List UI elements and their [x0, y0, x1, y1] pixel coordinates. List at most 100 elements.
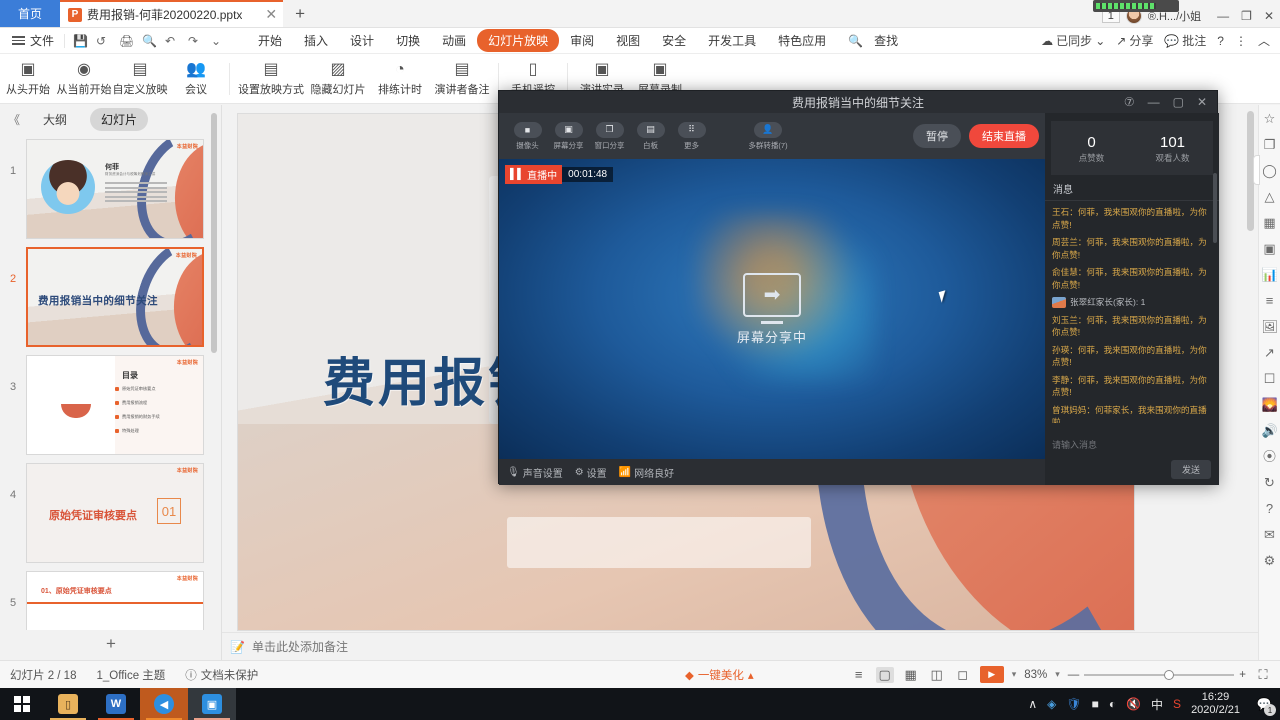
more-options-icon[interactable]: ⋮ [1235, 34, 1247, 48]
export-icon[interactable]: ↗ [1262, 345, 1278, 361]
slide-list[interactable]: 1 本益财院 何菲 财务资深会计与税筹划教师主讲 2 本益财院 费用报销当中的细… [0, 135, 222, 630]
ribbon-tab-insert[interactable]: 插入 [293, 29, 339, 52]
ribbon-tab-security[interactable]: 安全 [651, 29, 697, 52]
taskbar-app-live[interactable]: ◀ [140, 688, 188, 720]
live-tool-camera[interactable]: ■ 摄像头 [507, 121, 548, 151]
reading-view-icon[interactable]: ◫ [928, 667, 946, 683]
fit-to-window-icon[interactable]: ⛶ [1254, 667, 1272, 683]
menu-icon[interactable] [12, 36, 25, 45]
cloud-save-icon[interactable]: ↺ [96, 34, 110, 48]
start-icon[interactable] [0, 688, 44, 720]
settings-button[interactable]: ⚙ 设置 [575, 465, 607, 480]
tool-presenter-notes[interactable]: ▤ 演讲者备注 [431, 55, 493, 103]
redo-icon[interactable]: ↷ [188, 34, 202, 48]
stage-vertical-scrollbar[interactable] [1247, 105, 1254, 630]
slide-sorter-icon[interactable]: ▦ [902, 667, 920, 683]
print-icon[interactable]: 🖨 [119, 34, 134, 48]
customize-qat-icon[interactable]: ⌄ [211, 34, 225, 48]
zoom-slider[interactable]: — + [1068, 669, 1246, 681]
record-view-icon[interactable]: ◻ [954, 667, 972, 683]
taskbar-app-wps[interactable]: W [92, 688, 140, 720]
help-icon[interactable]: ⑦ [1124, 95, 1135, 109]
send-message-button[interactable]: 发送 [1170, 460, 1211, 479]
share-button[interactable]: ↗ 分享 [1116, 32, 1153, 49]
minimize-button[interactable]: — [1217, 9, 1229, 23]
list-item[interactable]: 4 本益财院 原始凭证审核要点 01 [0, 459, 222, 567]
undo-icon[interactable]: ↶ [165, 34, 179, 48]
restore-button[interactable]: ❐ [1241, 9, 1252, 23]
document-protection-status[interactable]: ⓘ 文档未保护 [175, 667, 268, 683]
thumbnail-scrollbar[interactable] [211, 113, 217, 353]
theme-label[interactable]: 1_Office 主题 [86, 667, 175, 683]
mail-icon[interactable]: ✉ [1262, 527, 1278, 543]
slide-thumbnail-1[interactable]: 本益财院 何菲 财务资深会计与税筹划教师主讲 [26, 139, 204, 239]
comment-button[interactable]: 💬 批注 [1164, 32, 1206, 49]
table-icon[interactable]: ▦ [1262, 215, 1278, 231]
ribbon-tab-devtools[interactable]: 开发工具 [697, 29, 767, 52]
tool-present-from-start[interactable]: ▣ 从头开始 [0, 55, 56, 103]
pyramid-icon[interactable]: △ [1262, 189, 1278, 205]
ribbon-tab-design[interactable]: 设计 [339, 29, 385, 52]
slider-icon[interactable]: ≡ [1262, 293, 1278, 309]
live-tool-window-share[interactable]: ❐ 窗口分享 [589, 121, 630, 151]
add-slide-button[interactable]: + [0, 632, 222, 656]
slide-thumbnail-2[interactable]: 本益财院 费用报销当中的细节关注 [26, 247, 204, 347]
file-menu[interactable]: 文件 [30, 32, 54, 49]
ribbon-tab-view[interactable]: 视图 [605, 29, 651, 52]
print-preview-icon[interactable]: 🔍 [142, 34, 157, 48]
wifi-icon[interactable]: ◐ [1109, 697, 1116, 711]
save-icon[interactable]: 💾 [73, 34, 88, 48]
star-tool-icon[interactable]: ☆ [1262, 111, 1278, 127]
chevron-up-icon[interactable]: ∧ [1028, 697, 1037, 711]
tool-rehearse-timing[interactable]: ◔ 排练计时 [369, 55, 431, 103]
tab-outline[interactable]: 大纲 [32, 108, 78, 131]
slide-thumbnail-3[interactable]: 本益财院 目录 原始凭证审核要点 费用报销流程 费用报销的财务手续 特殊处理 [26, 355, 204, 455]
play-slideshow-button[interactable]: ▶ [979, 666, 1004, 683]
battery-icon[interactable]: ■ [1092, 697, 1099, 711]
history-icon[interactable]: ↻ [1262, 475, 1278, 491]
live-tool-multicast[interactable]: 👤 多群转播(7) [740, 121, 796, 151]
sync-status-button[interactable]: ☁ 已同步 ⌄ [1041, 32, 1105, 49]
new-tab-button[interactable]: + [283, 1, 317, 27]
live-tool-screen-share[interactable]: ▣ 屏幕分享 [548, 121, 589, 151]
tool-hide-slide[interactable]: ▨ 隐藏幻灯片 [307, 55, 369, 103]
tool-setup-show[interactable]: ▤ 设置放映方式 [235, 55, 307, 103]
ribbon-tab-slideshow[interactable]: 幻灯片放映 [477, 29, 560, 52]
zoom-dropdown-icon[interactable]: ▾ [1055, 669, 1060, 680]
media-library-icon[interactable]: 🖼 [1262, 319, 1279, 335]
sound-icon[interactable]: 🔊 [1262, 423, 1278, 439]
zoom-level-label[interactable]: 83% [1024, 669, 1047, 681]
collapse-panel-icon[interactable]: 《 [8, 111, 20, 128]
document-tab[interactable]: P 费用报销-何菲20200220.pptx ✕ [60, 0, 284, 27]
close-tab-icon[interactable]: ✕ [265, 6, 277, 23]
chart-icon[interactable]: 📊 [1262, 267, 1278, 283]
box-icon[interactable]: ☐ [1262, 371, 1278, 387]
ribbon-tab-transition[interactable]: 切换 [385, 29, 431, 52]
badge-icon[interactable]: ⦿ [1262, 449, 1278, 465]
slide-thumbnail-4[interactable]: 本益财院 原始凭证审核要点 01 [26, 463, 204, 563]
tool-present-from-current[interactable]: ◉ 从当前开始 [56, 55, 112, 103]
normal-view-icon[interactable]: ▢ [875, 666, 894, 683]
help-icon[interactable]: ? [1217, 34, 1224, 48]
notification-center-icon[interactable]: 💬 1 [1254, 694, 1276, 716]
clock[interactable]: 16:29 2020/2/21 [1191, 691, 1240, 717]
tool-meeting[interactable]: 👥 会议 [168, 55, 224, 103]
tool-custom-show[interactable]: ▤ 自定义放映 [112, 55, 168, 103]
shared-screen-preview[interactable]: ▌▌ 直播中 00:01:48 ➡ 屏幕分享中 [499, 159, 1045, 459]
mute-icon[interactable]: 🔇 [1126, 697, 1141, 711]
ribbon-tab-start[interactable]: 开始 [247, 29, 293, 52]
taskbar-app-calendar[interactable]: ▣ [188, 688, 236, 720]
sound-settings-button[interactable]: 🎙 声音设置 [507, 465, 563, 480]
cube-icon[interactable]: ◈ [1047, 697, 1056, 711]
help-circle-icon[interactable]: ? [1262, 501, 1278, 517]
live-tool-more[interactable]: ⠿ 更多 [671, 121, 712, 151]
zoom-out-button[interactable]: — [1068, 669, 1080, 681]
settings-icon[interactable]: ⚙ [1262, 553, 1278, 569]
ribbon-tab-review[interactable]: 审阅 [559, 29, 605, 52]
zoom-track[interactable] [1084, 669, 1235, 680]
chat-scrollbar[interactable] [1213, 173, 1217, 243]
shield-icon[interactable]: 🛡 [1066, 697, 1081, 711]
list-item[interactable]: 2 本益财院 费用报销当中的细节关注 [0, 243, 222, 351]
zoom-in-button[interactable]: + [1239, 669, 1246, 681]
ribbon-tab-featured-apps[interactable]: 特色应用 [767, 29, 837, 52]
